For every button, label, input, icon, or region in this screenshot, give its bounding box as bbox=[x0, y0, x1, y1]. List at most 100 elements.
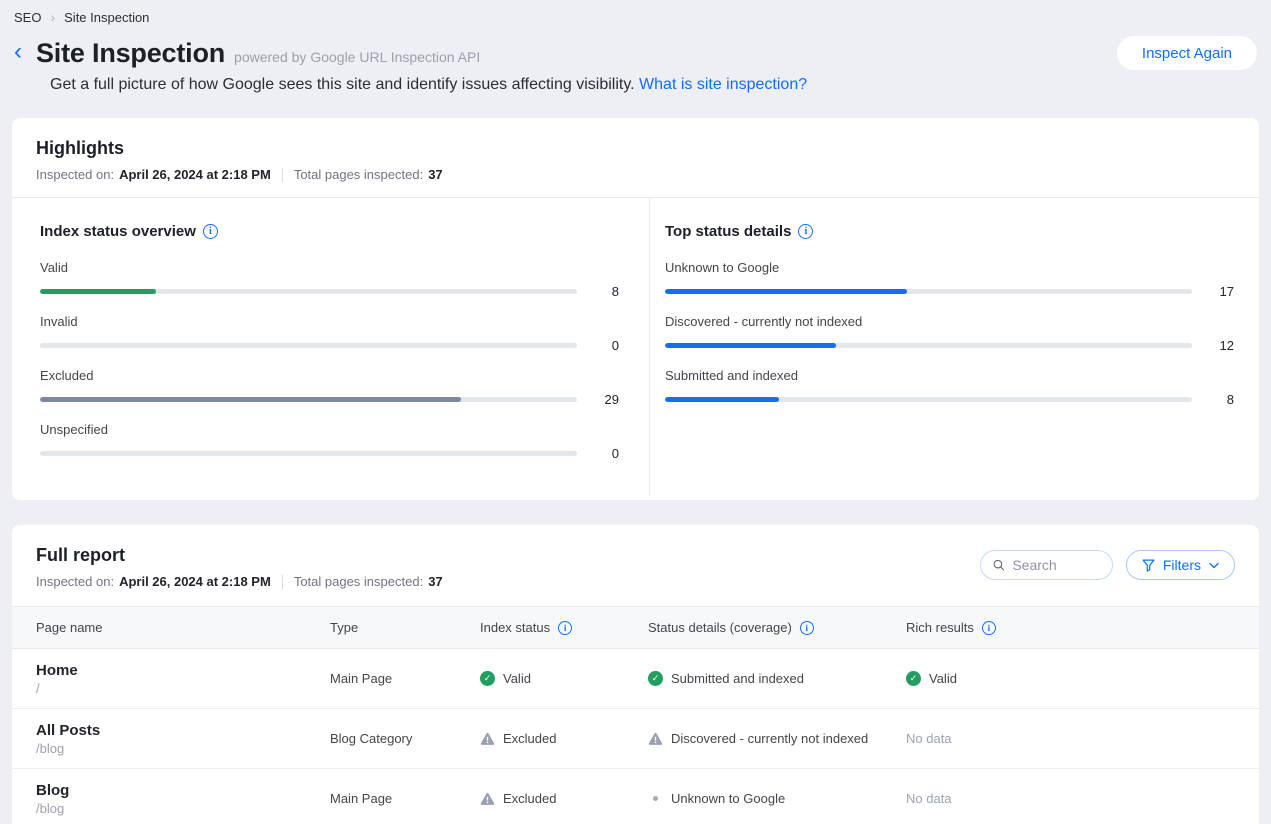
chevron-down-icon bbox=[1209, 562, 1219, 569]
top-status-details-chart: Top status details i Unknown to Google 1… bbox=[650, 198, 1259, 496]
inspected-on-label: Inspected on: bbox=[36, 167, 114, 182]
breadcrumb: SEO › Site Inspection bbox=[12, 0, 1259, 26]
bar-group-valid: Valid 8 bbox=[40, 260, 619, 299]
bar-value-invalid: 0 bbox=[585, 338, 619, 353]
total-pages-label: Total pages inspected: bbox=[294, 574, 423, 589]
bar-fill-excluded bbox=[40, 397, 461, 402]
highlights-card: Highlights Inspected on: April 26, 2024 … bbox=[12, 118, 1259, 500]
bar-value-unknown: 17 bbox=[1200, 284, 1234, 299]
check-circle-icon: ✓ bbox=[480, 671, 495, 686]
col-rich-results: Rich resultsi bbox=[906, 620, 1259, 635]
full-report-card: Full report Inspected on: April 26, 2024… bbox=[12, 525, 1259, 824]
bar-track bbox=[40, 397, 577, 402]
index-status-overview-title: Index status overview bbox=[40, 223, 196, 240]
bar-track bbox=[40, 289, 577, 294]
page-header: ‹ Site Inspection powered by Google URL … bbox=[12, 38, 1259, 94]
bar-value-submitted: 8 bbox=[1200, 392, 1234, 407]
breadcrumb-chevron-icon: › bbox=[50, 10, 55, 24]
total-pages-value: 37 bbox=[428, 574, 442, 589]
page-title: Site Inspection bbox=[36, 38, 225, 69]
bar-track bbox=[40, 451, 577, 456]
warning-triangle-icon bbox=[648, 732, 663, 746]
inspected-on-value: April 26, 2024 at 2:18 PM bbox=[119, 574, 271, 589]
index-status-cell: ✓ Valid bbox=[480, 671, 648, 686]
info-icon[interactable]: i bbox=[558, 621, 572, 635]
inspect-again-button[interactable]: Inspect Again bbox=[1117, 36, 1257, 70]
total-pages-value: 37 bbox=[428, 167, 442, 182]
powered-by-text: powered by Google URL Inspection API bbox=[234, 49, 480, 65]
search-input[interactable] bbox=[1012, 557, 1100, 573]
page-description: Get a full picture of how Google sees th… bbox=[50, 76, 1259, 94]
bar-value-unspecified: 0 bbox=[585, 446, 619, 461]
info-icon[interactable]: i bbox=[203, 224, 218, 239]
page-description-text: Get a full picture of how Google sees th… bbox=[50, 76, 635, 93]
bar-group-unspecified: Unspecified 0 bbox=[40, 422, 619, 461]
bar-value-discovered: 12 bbox=[1200, 338, 1234, 353]
site-inspection-page: SEO › Site Inspection ‹ Site Inspection … bbox=[0, 0, 1271, 824]
index-status-overview-chart: Index status overview i Valid 8 Invalid … bbox=[12, 198, 650, 496]
search-box[interactable] bbox=[980, 550, 1113, 580]
back-chevron-icon[interactable]: ‹ bbox=[14, 40, 22, 64]
bar-group-discovered: Discovered - currently not indexed 12 bbox=[665, 314, 1234, 353]
page-path: /blog bbox=[36, 741, 330, 756]
bar-track bbox=[665, 289, 1192, 294]
page-name: All Posts bbox=[36, 722, 330, 739]
page-path: /blog bbox=[36, 801, 330, 816]
col-index-status: Index statusi bbox=[480, 620, 648, 635]
bar-track bbox=[40, 343, 577, 348]
breadcrumb-site-inspection: Site Inspection bbox=[64, 10, 149, 25]
highlights-title: Highlights bbox=[36, 138, 1235, 159]
rich-results-cell: No data bbox=[906, 731, 1259, 746]
bar-fill-valid bbox=[40, 289, 156, 294]
table-row-home[interactable]: Home / Main Page ✓ Valid ✓ Submitted and… bbox=[12, 649, 1259, 709]
inspected-on-value: April 26, 2024 at 2:18 PM bbox=[119, 167, 271, 182]
info-icon[interactable]: i bbox=[800, 621, 814, 635]
bar-group-submitted-indexed: Submitted and indexed 8 bbox=[665, 368, 1234, 407]
status-details-cell: Discovered - currently not indexed bbox=[648, 731, 906, 746]
page-type: Main Page bbox=[330, 791, 480, 806]
bar-group-unknown-to-google: Unknown to Google 17 bbox=[665, 260, 1234, 299]
rich-results-cell: ✓ Valid bbox=[906, 671, 1259, 686]
table-row-blog[interactable]: Blog /blog Main Page Excluded Unknown to… bbox=[12, 769, 1259, 824]
bar-fill-discovered bbox=[665, 343, 836, 348]
page-name: Blog bbox=[36, 782, 330, 799]
rich-results-cell: No data bbox=[906, 791, 1259, 806]
breadcrumb-seo[interactable]: SEO bbox=[14, 10, 41, 25]
page-type: Main Page bbox=[330, 671, 480, 686]
meta-divider bbox=[282, 168, 283, 182]
col-status-details: Status details (coverage)i bbox=[648, 620, 906, 635]
table-header: Page name Type Index statusi Status deta… bbox=[12, 606, 1259, 649]
status-details-cell: ✓ Submitted and indexed bbox=[648, 671, 906, 686]
status-details-cell: Unknown to Google bbox=[648, 791, 906, 806]
bar-track bbox=[665, 397, 1192, 402]
check-circle-icon: ✓ bbox=[648, 671, 663, 686]
bar-fill-unknown bbox=[665, 289, 907, 294]
inspected-on-label: Inspected on: bbox=[36, 574, 114, 589]
index-status-cell: Excluded bbox=[480, 791, 648, 806]
info-icon[interactable]: i bbox=[798, 224, 813, 239]
info-icon[interactable]: i bbox=[982, 621, 996, 635]
total-pages-label: Total pages inspected: bbox=[294, 167, 423, 182]
bar-group-excluded: Excluded 29 bbox=[40, 368, 619, 407]
bar-fill-submitted bbox=[665, 397, 779, 402]
what-is-site-inspection-link[interactable]: What is site inspection? bbox=[639, 76, 807, 93]
page-path: / bbox=[36, 681, 330, 696]
search-icon bbox=[993, 558, 1004, 572]
page-type: Blog Category bbox=[330, 731, 480, 746]
dot-icon bbox=[653, 796, 658, 801]
filter-funnel-icon bbox=[1142, 559, 1155, 572]
top-status-details-title: Top status details bbox=[665, 223, 791, 240]
highlights-meta: Inspected on: April 26, 2024 at 2:18 PM … bbox=[36, 167, 1235, 182]
index-status-cell: Excluded bbox=[480, 731, 648, 746]
bar-value-excluded: 29 bbox=[585, 392, 619, 407]
col-page-name: Page name bbox=[36, 620, 330, 635]
filters-button[interactable]: Filters bbox=[1126, 550, 1235, 580]
table-row-all-posts[interactable]: All Posts /blog Blog Category Excluded D… bbox=[12, 709, 1259, 769]
col-type: Type bbox=[330, 620, 480, 635]
full-report-table: Page name Type Index statusi Status deta… bbox=[12, 606, 1259, 824]
bar-value-valid: 8 bbox=[585, 284, 619, 299]
bar-group-invalid: Invalid 0 bbox=[40, 314, 619, 353]
meta-divider bbox=[282, 575, 283, 589]
check-circle-icon: ✓ bbox=[906, 671, 921, 686]
warning-triangle-icon bbox=[480, 732, 495, 746]
